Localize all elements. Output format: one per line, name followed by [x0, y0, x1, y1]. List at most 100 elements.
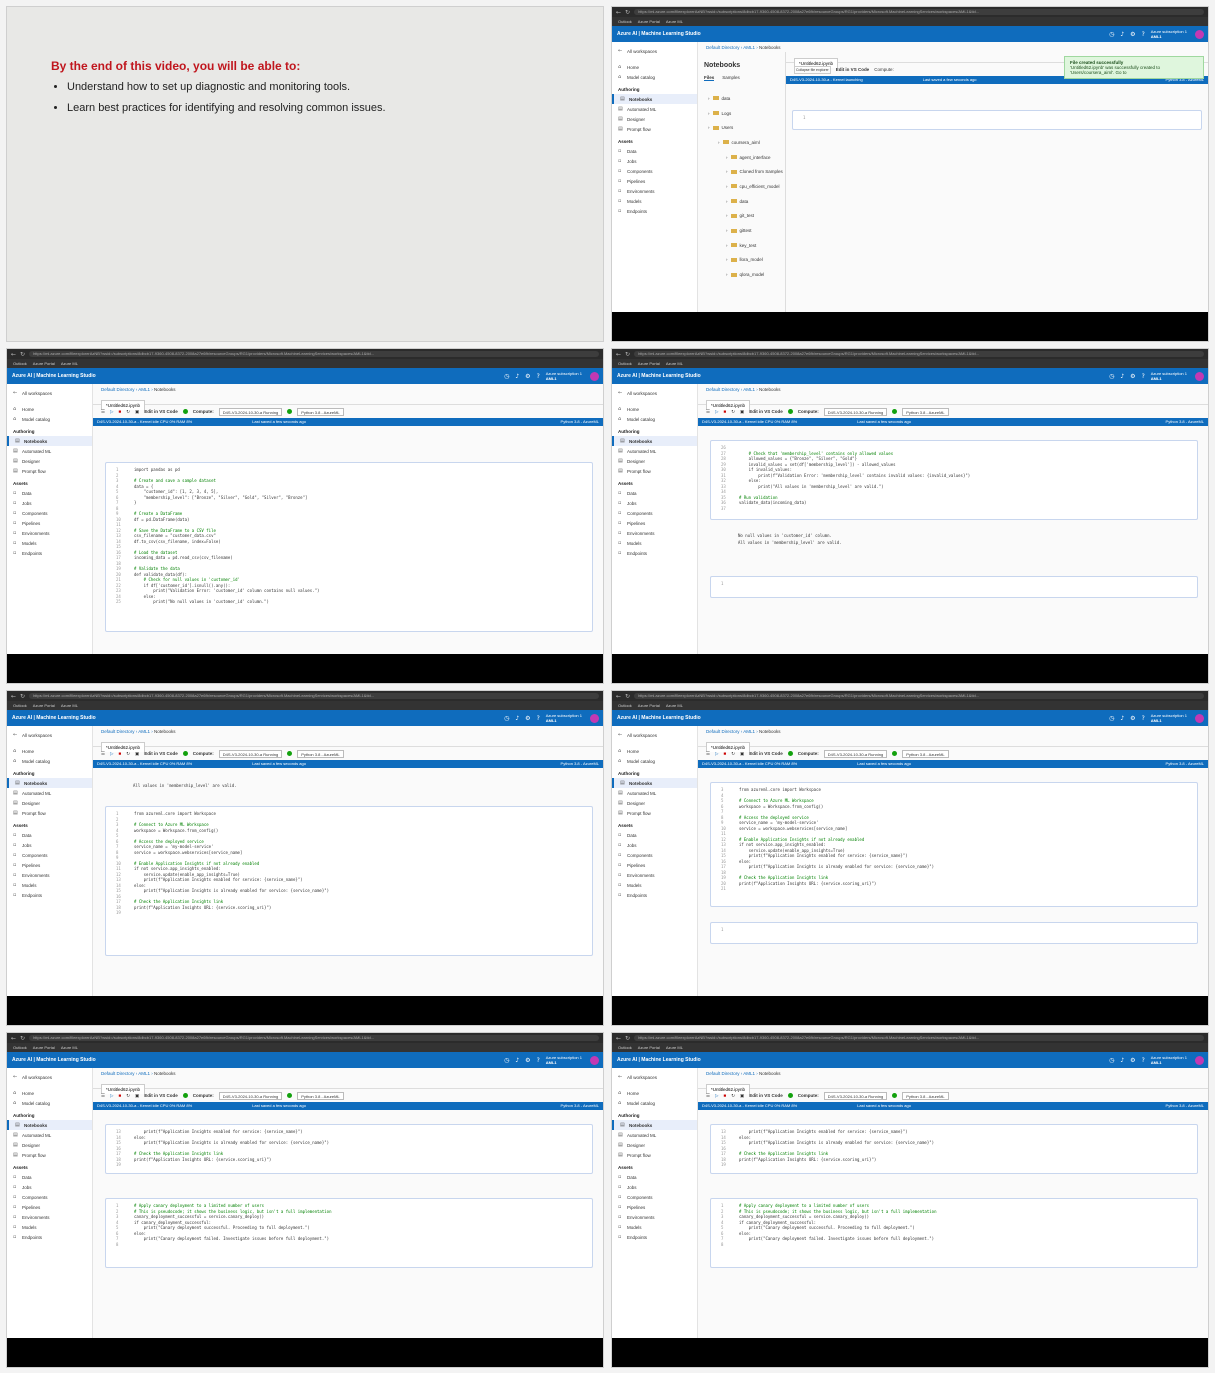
nav-item[interactable]: ⌂ Home — [7, 746, 92, 756]
bookmark[interactable]: Azure ML — [61, 703, 78, 708]
nav-item[interactable]: ▤ Prompt flow — [612, 808, 697, 818]
nav-item[interactable]: ▫ Pipelines — [612, 1202, 697, 1212]
folder-row[interactable]: › git_test — [698, 209, 785, 224]
all-workspaces-link[interactable]: ← All workspaces — [612, 46, 697, 56]
bell-icon[interactable]: ♪ — [1120, 715, 1124, 722]
bookmark[interactable]: Azure Portal — [638, 19, 660, 24]
folder-row[interactable]: › key_test — [698, 238, 785, 253]
edit-vscode-button[interactable]: Edit in VS Code — [144, 751, 178, 756]
code-cell[interactable]: 26 27 28 29 30 31 32 33 34 35 36 37 # Ch… — [710, 440, 1198, 520]
nav-item[interactable]: ▫ Environments — [7, 1212, 92, 1222]
nav-item[interactable]: ▤ Designer — [612, 456, 697, 466]
bookmark[interactable]: Outlook — [618, 361, 632, 366]
avatar[interactable] — [1195, 29, 1204, 39]
folder-row[interactable]: › coursera_aiml — [698, 135, 785, 150]
code-cell[interactable]: 13 14 15 16 17 18 19 print(f"Application… — [105, 1124, 593, 1174]
kernel-selector[interactable]: Python 3.8 - AzureML — [297, 1091, 344, 1100]
help-icon[interactable]: ? — [537, 1057, 540, 1064]
bookmark[interactable]: Outlook — [618, 703, 632, 708]
nav-item[interactable]: ▫ Environments — [612, 186, 697, 196]
menu-icon[interactable]: ☰ — [706, 751, 710, 757]
tab-files[interactable]: Files — [704, 75, 715, 81]
clock-icon[interactable]: ◷ — [1109, 373, 1114, 380]
breadcrumb-link[interactable]: AML1 — [743, 387, 755, 392]
nav-item[interactable]: ▫ Data — [612, 830, 697, 840]
subscription-selector[interactable]: Azure subscription 1 AML1 — [1151, 371, 1187, 381]
nav-item[interactable]: ⌂ Home — [612, 746, 697, 756]
edit-vscode-button[interactable]: Edit in VS Code — [836, 67, 870, 72]
bookmark[interactable]: Outlook — [13, 703, 27, 708]
stop-icon[interactable]: ■ — [119, 409, 122, 414]
nav-item[interactable]: ▤ Notebooks — [7, 1120, 92, 1130]
menu-icon[interactable]: ☰ — [101, 751, 105, 757]
address-bar[interactable]: https://ml.azure.com/fileexplorerAzNB?ws… — [29, 351, 599, 357]
help-icon[interactable]: ? — [537, 373, 540, 380]
refresh-icon[interactable]: ↻ — [20, 693, 25, 700]
nav-item[interactable]: ▫ Endpoints — [612, 206, 697, 216]
menu-icon[interactable]: ☰ — [101, 1093, 105, 1099]
nav-item[interactable]: ▫ Data — [612, 488, 697, 498]
bookmark[interactable]: Azure ML — [666, 19, 683, 24]
nav-item[interactable]: ▫ Jobs — [7, 1182, 92, 1192]
nav-item[interactable]: ▫ Models — [612, 538, 697, 548]
bell-icon[interactable]: ♪ — [515, 373, 519, 380]
clock-icon[interactable]: ◷ — [504, 715, 509, 722]
nav-item[interactable]: ▤ Prompt flow — [612, 124, 697, 134]
subscription-selector[interactable]: Azure subscription 1 AML1 — [546, 1055, 582, 1065]
gear-icon[interactable]: ⚙ — [525, 715, 530, 722]
nav-item[interactable]: ▫ Components — [7, 850, 92, 860]
nav-item[interactable]: ⌂ Model catalog — [7, 756, 92, 766]
save-icon[interactable]: ▣ — [740, 1093, 744, 1099]
run-all-icon[interactable]: ▷ — [715, 1093, 718, 1099]
nav-item[interactable]: ▫ Models — [612, 196, 697, 206]
nav-item[interactable]: ⌂ Model catalog — [7, 414, 92, 424]
clock-icon[interactable]: ◷ — [504, 373, 509, 380]
nav-item[interactable]: ▫ Environments — [612, 870, 697, 880]
nav-item[interactable]: ▤ Prompt flow — [7, 466, 92, 476]
refresh-icon[interactable]: ↻ — [625, 1035, 630, 1042]
avatar[interactable] — [590, 1055, 599, 1065]
nav-item[interactable]: ▫ Pipelines — [612, 518, 697, 528]
back-icon[interactable]: ← — [616, 1035, 621, 1042]
nav-item[interactable]: ▤ Prompt flow — [612, 466, 697, 476]
breadcrumb-link[interactable]: Default Directory — [101, 387, 135, 392]
nav-item[interactable]: ▫ Jobs — [612, 156, 697, 166]
compute-selector[interactable]: D4S-V3-2024-10-30-a Running — [823, 1091, 888, 1100]
restart-icon[interactable]: ↻ — [126, 1093, 130, 1099]
nav-item[interactable]: ⌂ Model catalog — [7, 1098, 92, 1108]
nav-item[interactable]: ▫ Pipelines — [612, 860, 697, 870]
nav-item[interactable]: ▤ Automated ML — [7, 446, 92, 456]
stop-icon[interactable]: ■ — [119, 751, 122, 756]
stop-icon[interactable]: ■ — [724, 751, 727, 756]
refresh-icon[interactable]: ↻ — [20, 1035, 25, 1042]
nav-item[interactable]: ▤ Designer — [7, 798, 92, 808]
nav-item[interactable]: ▫ Pipelines — [7, 518, 92, 528]
breadcrumb-link[interactable]: Default Directory — [101, 1071, 135, 1076]
nav-item[interactable]: ▫ Endpoints — [7, 1232, 92, 1242]
nav-item[interactable]: ▫ Environments — [612, 1212, 697, 1222]
folder-row[interactable]: › Users — [698, 120, 785, 135]
back-icon[interactable]: ← — [11, 1035, 16, 1042]
bookmark[interactable]: Azure Portal — [638, 361, 660, 366]
nav-item[interactable]: ▤ Designer — [7, 456, 92, 466]
nav-item[interactable]: ▫ Models — [612, 880, 697, 890]
nav-item[interactable]: ▫ Environments — [7, 528, 92, 538]
nav-item[interactable]: ▫ Jobs — [612, 498, 697, 508]
code-cell[interactable]: 1 2 3 4 5 6 7 8 # Apply canary deploymen… — [710, 1198, 1198, 1268]
run-all-icon[interactable]: ▷ — [110, 751, 113, 757]
bookmark[interactable]: Azure Portal — [638, 703, 660, 708]
nav-item[interactable]: ▤ Prompt flow — [7, 808, 92, 818]
nav-item[interactable]: ▫ Endpoints — [7, 548, 92, 558]
run-all-icon[interactable]: ▷ — [715, 409, 718, 415]
all-workspaces-link[interactable]: ← All workspaces — [7, 388, 92, 398]
nav-item[interactable]: ⌂ Model catalog — [612, 72, 697, 82]
gear-icon[interactable]: ⚙ — [525, 373, 530, 380]
compute-selector[interactable]: D4S-V3-2024-10-30-a Running — [823, 749, 888, 758]
edit-vscode-button[interactable]: Edit in VS Code — [144, 409, 178, 414]
edit-vscode-button[interactable]: Edit in VS Code — [749, 751, 783, 756]
refresh-icon[interactable]: ↻ — [625, 693, 630, 700]
menu-icon[interactable]: ☰ — [101, 409, 105, 415]
bookmark[interactable]: Azure ML — [666, 703, 683, 708]
restart-icon[interactable]: ↻ — [731, 751, 735, 757]
folder-row[interactable]: › cpu_efficient_model — [698, 179, 785, 194]
